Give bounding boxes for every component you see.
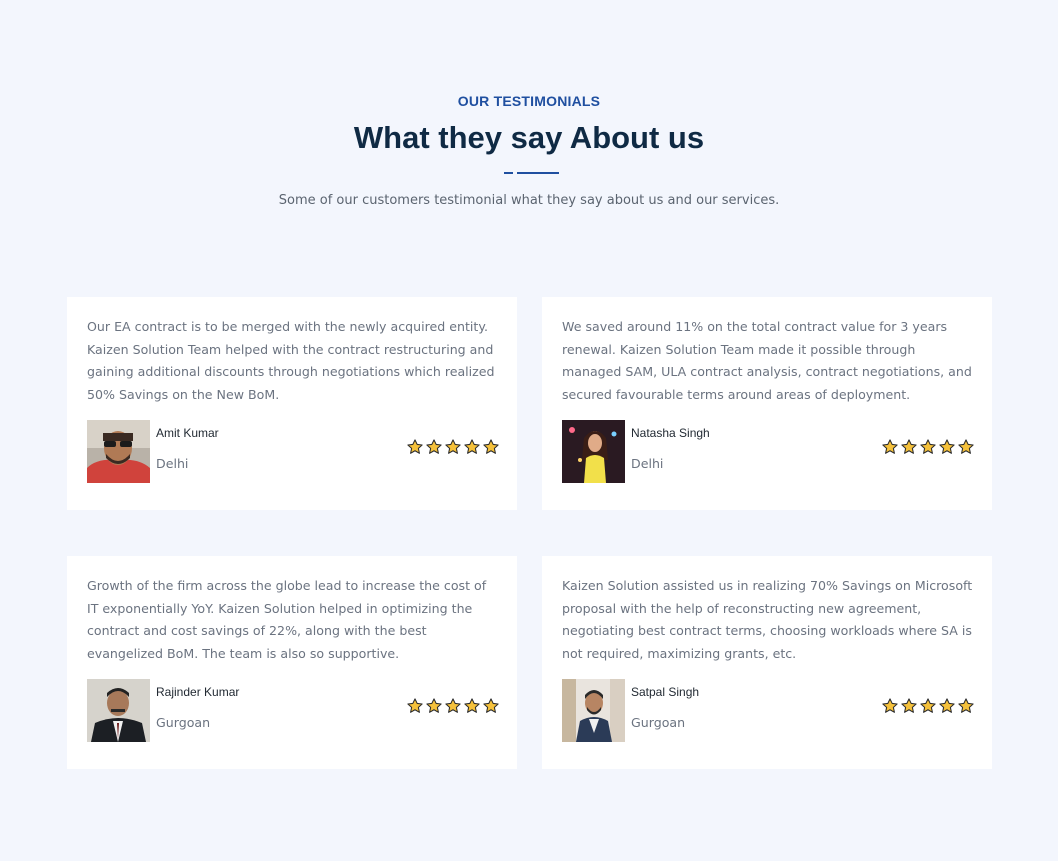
star-icon [939,439,955,454]
star-rating [881,438,975,456]
divider-dash-long [517,172,559,174]
star-icon [939,698,955,713]
avatar [87,679,150,742]
star-icon [958,439,974,454]
person-photo-icon [87,420,150,483]
avatar [87,420,150,483]
star-icon [464,698,480,713]
testimonial-quote: Our EA contract is to be merged with the… [87,319,495,403]
testimonial-name: Amit Kumar [156,426,219,440]
person-photo-icon [87,679,150,742]
star-icon [426,698,442,713]
avatar [562,420,625,483]
section-title: What they say About us [353,120,705,155]
person-photo-icon [562,420,625,483]
testimonial-city: Delhi [631,456,664,471]
testimonial-card: Kaizen Solution assisted us in realizing… [542,556,992,769]
star-icon [483,698,499,713]
section-eyebrow: OUR TESTIMONIALS [457,93,601,109]
star-icon [407,698,423,713]
testimonial-card: We saved around 11% on the total contrac… [542,297,992,510]
testimonial-quote: We saved around 11% on the total contrac… [562,319,972,403]
star-icon [483,439,499,454]
testimonial-city: Delhi [156,456,189,471]
star-icon [920,439,936,454]
section-subtitle: Some of our customers testimonial what t… [278,193,780,208]
star-icon [901,439,917,454]
star-icon [882,698,898,713]
star-icon [445,439,461,454]
testimonial-quote: Growth of the firm across the globe lead… [87,578,487,662]
testimonial-city: Gurgoan [631,715,686,730]
star-rating [881,697,975,715]
star-icon [882,439,898,454]
testimonial-name: Satpal Singh [631,685,700,699]
star-icon [426,439,442,454]
star-icon [445,698,461,713]
testimonial-name: Rajinder Kumar [156,685,240,699]
title-divider [504,172,559,174]
star-icon [464,439,480,454]
star-rating [406,438,500,456]
testimonial-name: Natasha Singh [631,426,710,440]
divider-dash-short [504,172,513,174]
star-icon [920,698,936,713]
star-rating [406,697,500,715]
testimonial-card: Our EA contract is to be merged with the… [67,297,517,510]
star-icon [958,698,974,713]
testimonial-city: Gurgoan [156,715,211,730]
avatar [562,679,625,742]
star-icon [407,439,423,454]
testimonial-quote: Kaizen Solution assisted us in realizing… [562,578,973,662]
testimonial-card: Growth of the firm across the globe lead… [67,556,517,769]
person-photo-icon [562,679,625,742]
star-icon [901,698,917,713]
